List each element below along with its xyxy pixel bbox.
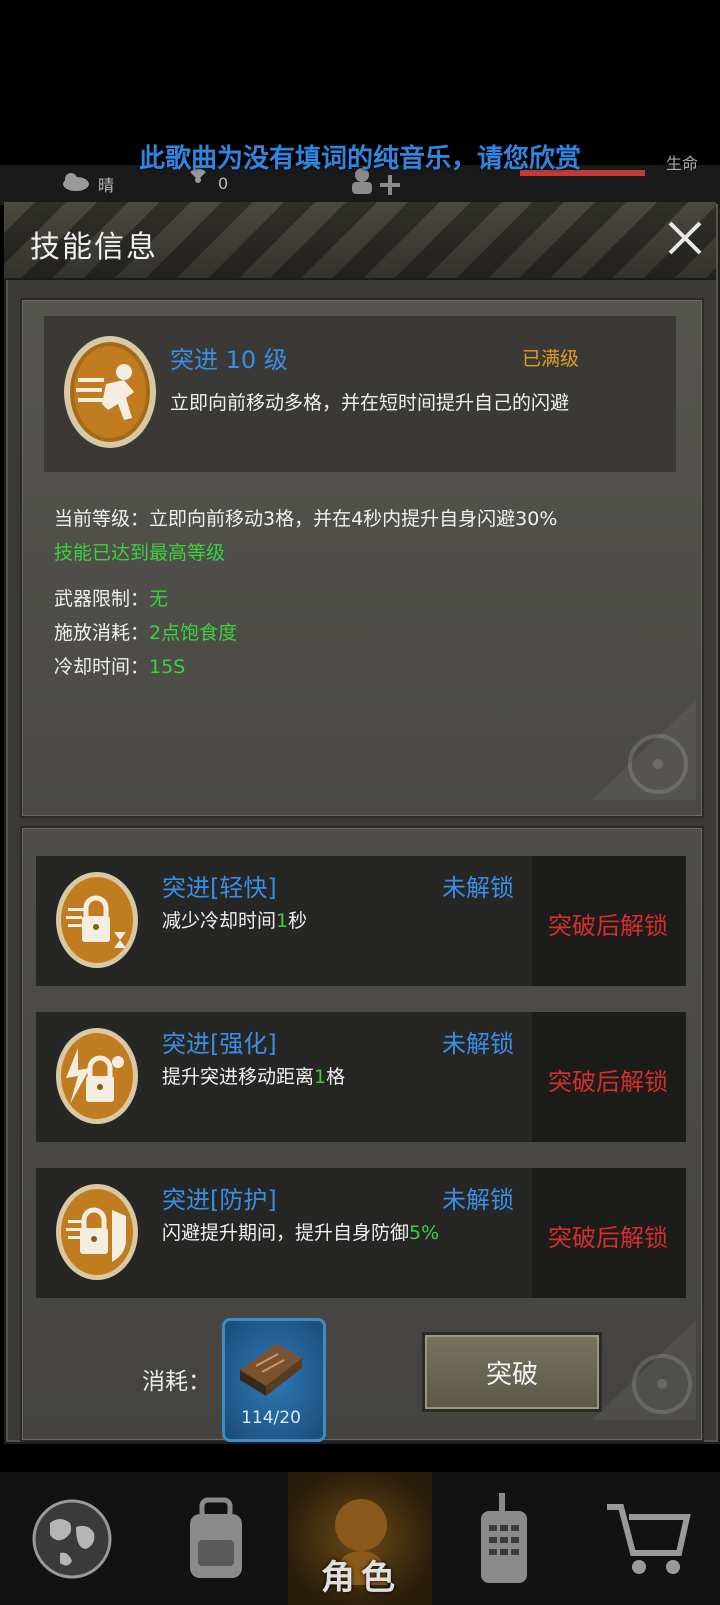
sub-skill-desc-text: 提升突进移动距离 — [162, 1066, 315, 1088]
lock-hourglass-icon — [56, 872, 138, 968]
sub-skill-desc-suffix: 秒 — [288, 910, 308, 932]
nav-backpack[interactable] — [144, 1472, 288, 1605]
weapon-label: 武器限制： — [54, 588, 150, 610]
nav-character-label: 角色 — [321, 1558, 401, 1598]
sub-skill-desc-text: 减少冷却时间 — [162, 910, 277, 932]
skill-description: 立即向前移动多格，并在短时间提升自己的闪避 — [170, 392, 570, 414]
sub-skill-description: 减少冷却时间1秒 — [162, 906, 307, 933]
breakthrough-button[interactable]: 突破 — [422, 1332, 602, 1412]
sub-skill-state: 未解锁 — [442, 1030, 514, 1058]
cooldown-label: 冷却时间： — [54, 656, 150, 678]
cooldown-value: 15S — [149, 656, 186, 678]
unlock-hint: 突破后解锁 — [548, 1068, 668, 1096]
cast-cost-value: 2点饱食度 — [149, 622, 238, 644]
sub-skill-name: 突进[强化] — [162, 1030, 277, 1058]
music-banner: 此歌曲为没有填词的纯音乐，请您欣赏 — [138, 144, 581, 174]
sub-skill-name: 突进[防护] — [162, 1186, 277, 1214]
sub-skill-desc-value: 1 — [276, 910, 289, 932]
radiation-value: 0 — [218, 174, 229, 193]
unlock-hint: 突破后解锁 — [548, 912, 668, 940]
cast-cost: 施放消耗：2点饱食度 — [54, 618, 237, 645]
cooldown: 冷却时间：15S — [54, 652, 185, 679]
sub-skill-desc-value: 1 — [314, 1066, 327, 1088]
lock-lightning-icon — [56, 1028, 138, 1124]
consume-count: 114/20 — [241, 1408, 301, 1428]
sub-skill-description: 提升突进移动距离1格 — [162, 1062, 345, 1089]
sub-skill-desc-suffix: 格 — [326, 1066, 346, 1088]
skill-name: 突进 10 级 — [170, 346, 288, 374]
nav-radio[interactable] — [432, 1472, 576, 1605]
dialog-title: 技能信息 — [30, 230, 158, 265]
nav-world[interactable] — [0, 1472, 144, 1605]
backpack-icon — [190, 1497, 242, 1578]
close-icon[interactable] — [662, 215, 708, 261]
globe-icon — [32, 1499, 112, 1578]
cast-cost-label: 施放消耗： — [54, 622, 150, 644]
sub-skill-state: 未解锁 — [442, 1186, 514, 1214]
sub-skill-description: 闪避提升期间，提升自身防御5% — [162, 1218, 439, 1245]
radiation-watermark-icon — [592, 1320, 696, 1420]
skill-book-icon — [240, 1344, 302, 1396]
lock-shield-icon — [56, 1184, 138, 1280]
weapon-value: 无 — [149, 588, 169, 610]
radiation-watermark-icon — [592, 700, 696, 800]
sub-skill-desc-value: 5% — [409, 1222, 440, 1244]
sub-skill-state: 未解锁 — [442, 874, 514, 902]
radio-icon — [481, 1492, 527, 1583]
current-level-text: 当前等级：立即向前移动3格，并在4秒内提升自身闪避30% — [54, 508, 558, 530]
weather-label: 晴 — [98, 176, 115, 195]
sub-skill-name: 突进[轻快] — [162, 874, 277, 902]
max-level-notice: 技能已达到最高等级 — [54, 542, 226, 564]
nav-shop[interactable] — [576, 1472, 720, 1605]
weapon-restriction: 武器限制：无 — [54, 584, 168, 611]
cart-icon — [607, 1503, 691, 1574]
unlock-hint: 突破后解锁 — [548, 1224, 668, 1252]
dash-skill-icon — [64, 336, 156, 448]
skill-max-status: 已满级 — [522, 348, 580, 370]
sub-skill-desc-text: 闪避提升期间，提升自身防御 — [162, 1222, 410, 1244]
consume-label: 消耗： — [142, 1369, 211, 1395]
